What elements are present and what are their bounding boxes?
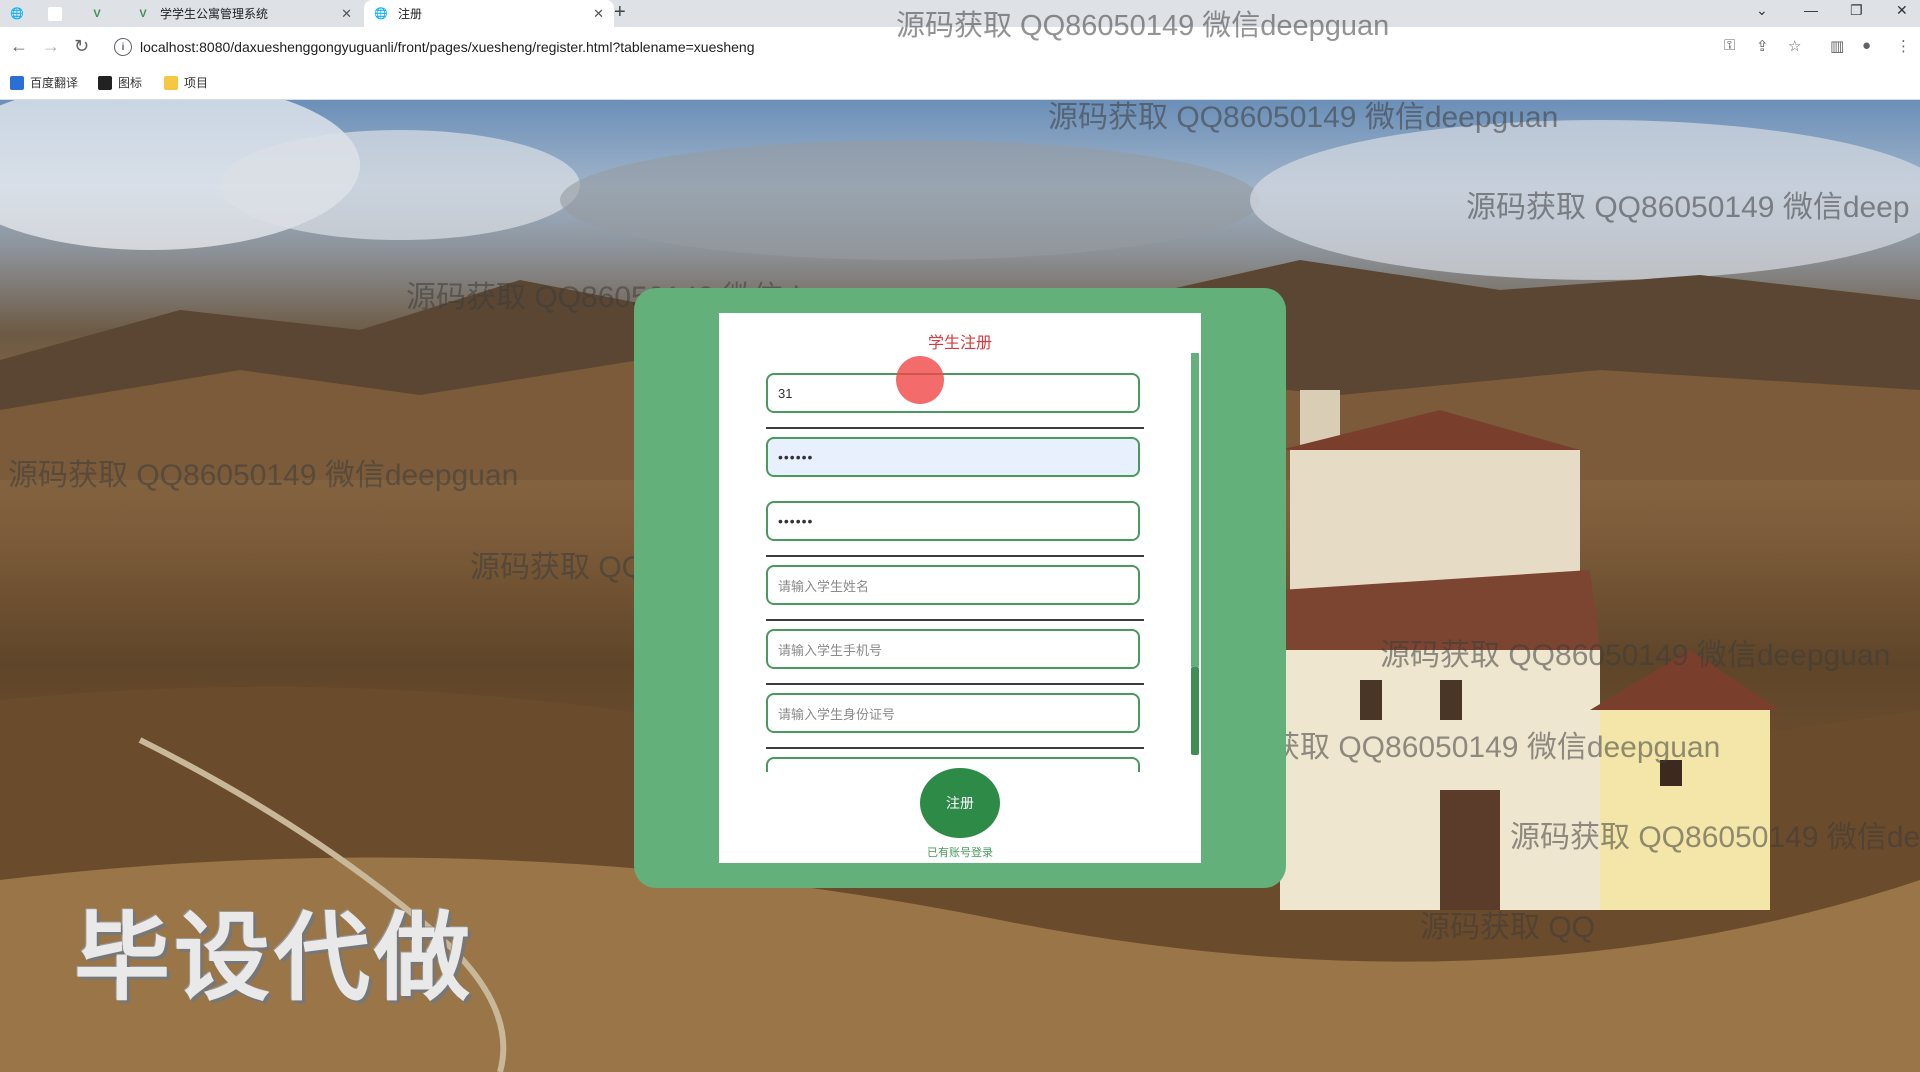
forward-arrow-icon[interactable]: → xyxy=(42,36,60,57)
student-name-input[interactable]: 请输入学生姓名 xyxy=(766,565,1140,605)
student-id-card-input[interactable]: 请输入学生身份证号 xyxy=(766,693,1140,733)
blank-page-icon xyxy=(48,6,62,21)
close-window-button[interactable]: ✕ xyxy=(1896,2,1908,19)
globe-icon: 🌐 xyxy=(374,8,388,20)
reload-icon[interactable]: ↻ xyxy=(74,36,89,57)
password-value: •••••• xyxy=(778,449,814,465)
scrollbar-track xyxy=(1191,353,1199,667)
profile-avatar-icon[interactable]: ● xyxy=(1862,37,1871,54)
tab-strip: 🌐 V V 学学生公寓管理系统 ✕ 🌐 注册 ✕ + ⌄ — ❐ ✕ xyxy=(0,0,1920,27)
tab-pinned-3[interactable]: V xyxy=(88,0,116,27)
tab-pinned-2[interactable] xyxy=(46,0,74,27)
bookmark-projects[interactable]: 项目 xyxy=(164,74,208,91)
tab-pinned-1[interactable]: 🌐 xyxy=(8,0,36,27)
bookmark-label: 百度翻译 xyxy=(30,76,79,90)
side-panel-icon[interactable]: ▥ xyxy=(1830,37,1844,55)
form-scroll-area[interactable]: 31 •••••• •••••• 请输入学生姓名 请输入学生手机号 请输入学生身… xyxy=(719,357,1201,772)
student-phone-input[interactable]: 请输入学生手机号 xyxy=(766,629,1140,669)
share-icon[interactable]: ⇪ xyxy=(1756,37,1769,55)
confirm-password-input[interactable]: •••••• xyxy=(766,501,1140,541)
confirm-password-value: •••••• xyxy=(778,513,814,529)
field-divider xyxy=(766,427,1144,429)
tab-register[interactable]: 🌐 注册 ✕ xyxy=(364,0,614,27)
bookmark-label: 图标 xyxy=(118,76,143,90)
field-divider xyxy=(766,619,1144,621)
form-scrollbar[interactable] xyxy=(1191,353,1199,756)
image-icon xyxy=(98,75,112,90)
browser-toolbar: ← → ↻ i localhost:8080/daxueshenggongyug… xyxy=(0,27,1920,67)
key-icon[interactable]: ⚿ xyxy=(1724,37,1735,54)
star-icon[interactable]: ☆ xyxy=(1788,37,1801,55)
form-title: 学生注册 xyxy=(927,335,992,352)
new-tab-button[interactable]: + xyxy=(614,1,626,24)
tab-title: 学学生公寓管理系统 xyxy=(160,7,269,21)
account-value: 31 xyxy=(778,385,793,401)
vue-logo-icon: V xyxy=(139,7,147,20)
bookmark-translate[interactable]: 百度翻译 xyxy=(10,74,78,91)
login-link[interactable]: 已有账号登录 xyxy=(719,844,1201,860)
menu-kebab-icon[interactable]: ⋮ xyxy=(1896,37,1911,55)
site-info-icon[interactable]: i xyxy=(114,38,132,56)
tab-student-apartment[interactable]: V 学学生公寓管理系统 ✕ xyxy=(128,0,362,27)
restore-button[interactable]: ❐ xyxy=(1850,2,1863,19)
globe-icon: 🌐 xyxy=(10,8,24,20)
close-tab-icon[interactable]: ✕ xyxy=(341,6,352,22)
student-name-placeholder: 请输入学生姓名 xyxy=(778,578,870,594)
password-input[interactable]: •••••• xyxy=(766,437,1140,477)
bookmark-icons[interactable]: 图标 xyxy=(98,74,142,91)
scrollbar-thumb[interactable] xyxy=(1191,667,1199,755)
field-divider xyxy=(766,683,1144,685)
url-text: localhost:8080/daxueshenggongyuguanli/fr… xyxy=(140,39,755,55)
bookmarks-bar: 百度翻译 图标 项目 xyxy=(0,67,1920,100)
register-form: 学生注册 31 •••••• •••••• 请输入学生姓名 请输入学生手机号 请… xyxy=(719,313,1201,863)
register-button[interactable]: 注册 xyxy=(920,768,1000,838)
vue-logo-icon: V xyxy=(93,7,101,20)
account-input[interactable]: 31 xyxy=(766,373,1140,413)
student-phone-placeholder: 请输入学生手机号 xyxy=(778,642,883,658)
address-bar[interactable]: i localhost:8080/daxueshenggongyuguanli/… xyxy=(104,33,1724,61)
close-tab-icon[interactable]: ✕ xyxy=(593,6,604,22)
back-arrow-icon[interactable]: ← xyxy=(10,36,28,57)
click-indicator xyxy=(896,356,944,404)
translate-icon xyxy=(10,75,24,90)
tab-search-icon[interactable]: ⌄ xyxy=(1756,2,1768,19)
bookmark-label: 项目 xyxy=(184,76,209,90)
folder-icon xyxy=(164,75,178,90)
tab-title: 注册 xyxy=(398,7,423,21)
church-building xyxy=(1270,390,1780,910)
student-id-card-placeholder: 请输入学生身份证号 xyxy=(778,706,896,722)
field-divider xyxy=(766,747,1144,749)
field-divider xyxy=(766,555,1144,557)
minimize-button[interactable]: — xyxy=(1804,2,1818,18)
promo-watermark: 毕设代做 xyxy=(74,905,474,1012)
